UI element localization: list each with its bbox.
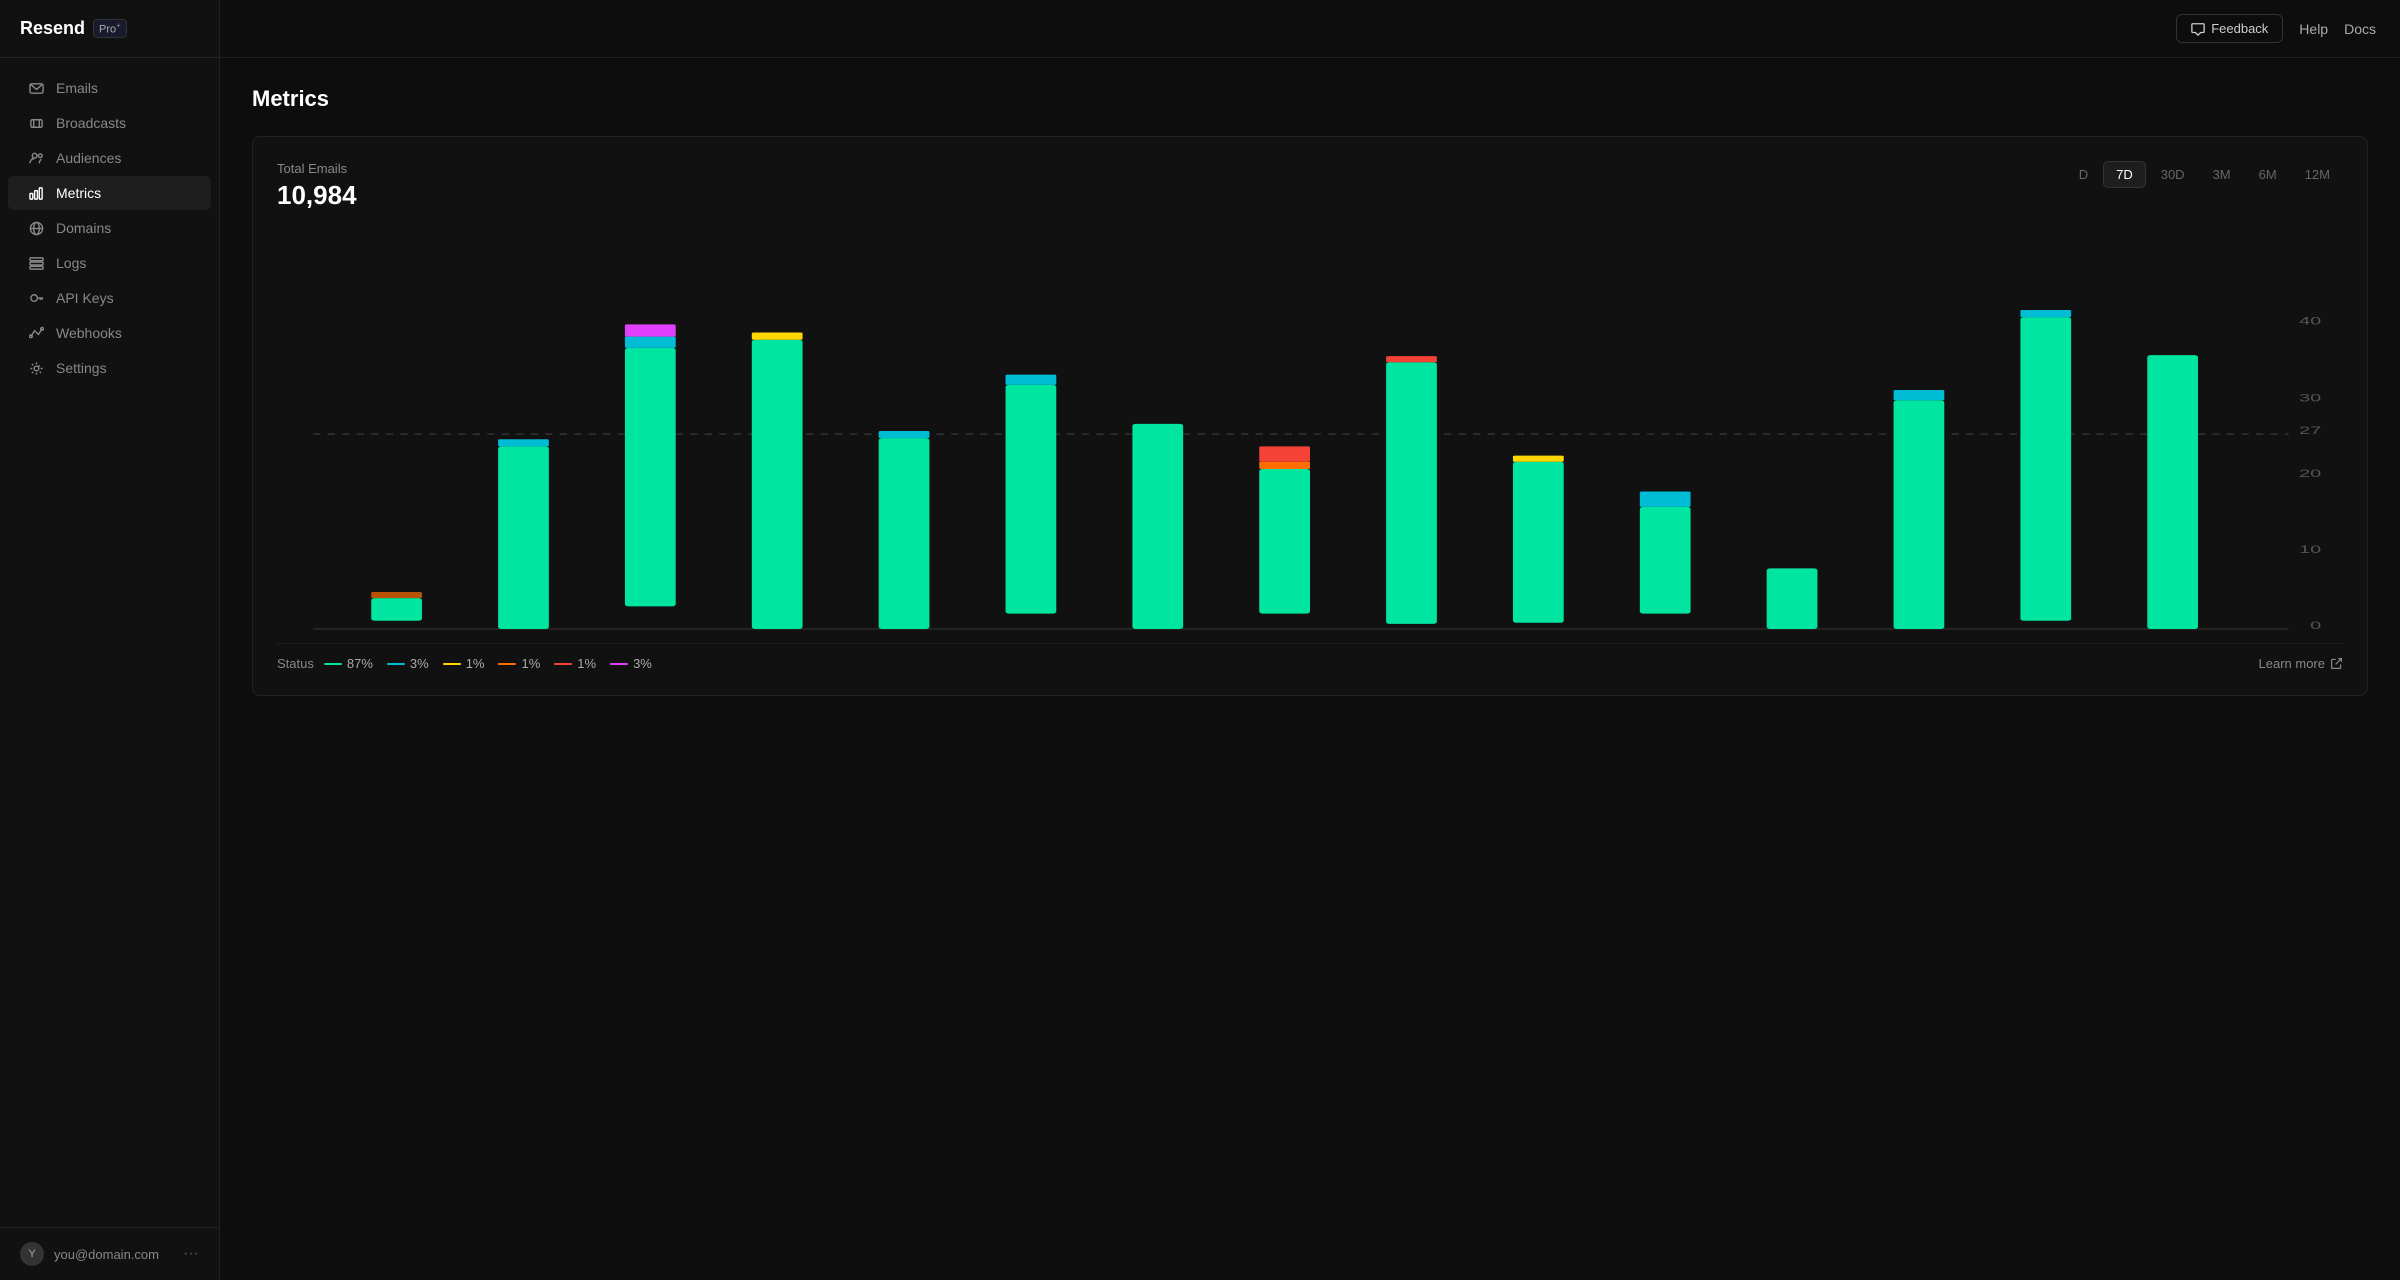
time-btn-12m[interactable]: 12M	[2292, 161, 2343, 188]
broadcast-icon	[28, 115, 44, 131]
domains-icon	[28, 220, 44, 236]
learn-more-link[interactable]: Learn more	[2259, 656, 2343, 671]
bar-chart: 0 10 20 27 30 40	[277, 231, 2343, 631]
chart-total-value: 10,984	[277, 180, 357, 211]
sidebar-item-webhooks[interactable]: Webhooks	[8, 316, 211, 350]
sidebar-label-logs: Logs	[56, 255, 86, 271]
user-email: you@domain.com	[54, 1247, 173, 1262]
logs-icon	[28, 255, 44, 271]
sidebar-item-domains[interactable]: Domains	[8, 211, 211, 245]
chart-title-label: Total Emails	[277, 161, 357, 176]
chart-legend: Status 87% 3% 1% 1%	[277, 656, 662, 671]
page-title: Metrics	[252, 86, 2368, 112]
feedback-button[interactable]: Feedback	[2176, 14, 2283, 43]
mail-icon	[28, 80, 44, 96]
sidebar-label-metrics: Metrics	[56, 185, 101, 201]
sidebar-item-broadcasts[interactable]: Broadcasts	[8, 106, 211, 140]
sidebar-label-emails: Emails	[56, 80, 98, 96]
legend-color-green	[324, 663, 342, 665]
page-content: Metrics Total Emails 10,984 D 7D 30D 3M …	[220, 58, 2400, 1280]
api-keys-icon	[28, 290, 44, 306]
time-filter-group: D 7D 30D 3M 6M 12M	[2066, 161, 2343, 188]
legend-item-cyan: 3%	[387, 656, 429, 671]
svg-text:27: 27	[2299, 424, 2321, 437]
metrics-chart-card: Total Emails 10,984 D 7D 30D 3M 6M 12M 0	[252, 136, 2368, 696]
top-header: Feedback Help Docs	[220, 0, 2400, 58]
svg-text:40: 40	[2299, 315, 2321, 328]
sidebar-label-audiences: Audiences	[56, 150, 121, 166]
legend-item-yellow: 1%	[443, 656, 485, 671]
sidebar-item-metrics[interactable]: Metrics	[8, 176, 211, 210]
legend-item-orange: 1%	[498, 656, 540, 671]
sidebar: Resend Pro+ Emails Bro	[0, 0, 220, 1280]
legend-color-red	[554, 663, 572, 665]
sidebar-label-domains: Domains	[56, 220, 111, 236]
more-options-icon[interactable]: ···	[183, 1245, 199, 1263]
legend-item-green: 87%	[324, 656, 373, 671]
audiences-icon	[28, 150, 44, 166]
legend-label: Status	[277, 656, 314, 671]
legend-item-magenta: 3%	[610, 656, 652, 671]
chart-area: 0 10 20 27 30 40	[277, 231, 2343, 631]
webhooks-icon	[28, 325, 44, 341]
legend-color-orange	[498, 663, 516, 665]
time-btn-d[interactable]: D	[2066, 161, 2101, 188]
legend-color-cyan	[387, 663, 405, 665]
sidebar-item-emails[interactable]: Emails	[8, 71, 211, 105]
main-area: Feedback Help Docs Metrics Total Emails …	[220, 0, 2400, 1280]
time-btn-6m[interactable]: 6M	[2246, 161, 2290, 188]
sidebar-footer: Y you@domain.com ···	[0, 1227, 219, 1280]
legend-color-magenta	[610, 663, 628, 665]
svg-text:30: 30	[2299, 392, 2321, 405]
sidebar-item-logs[interactable]: Logs	[8, 246, 211, 280]
svg-text:0: 0	[2310, 619, 2321, 631]
sidebar-label-webhooks: Webhooks	[56, 325, 122, 341]
sidebar-nav: Emails Broadcasts	[0, 58, 219, 1227]
time-btn-3m[interactable]: 3M	[2200, 161, 2244, 188]
logo-area: Resend Pro+	[0, 0, 219, 58]
pro-badge: Pro+	[93, 19, 127, 38]
sidebar-label-broadcasts: Broadcasts	[56, 115, 126, 131]
sidebar-item-audiences[interactable]: Audiences	[8, 141, 211, 175]
legend-color-yellow	[443, 663, 461, 665]
docs-link[interactable]: Docs	[2344, 21, 2376, 37]
sidebar-label-settings: Settings	[56, 360, 107, 376]
svg-text:20: 20	[2299, 467, 2321, 480]
settings-icon	[28, 360, 44, 376]
metrics-icon	[28, 185, 44, 201]
time-btn-7d[interactable]: 7D	[2103, 161, 2146, 188]
app-name: Resend	[20, 18, 85, 39]
chart-footer: Status 87% 3% 1% 1%	[277, 643, 2343, 671]
chart-header: Total Emails 10,984 D 7D 30D 3M 6M 12M	[277, 161, 2343, 211]
message-icon	[2191, 22, 2205, 36]
avatar: Y	[20, 1242, 44, 1266]
sidebar-item-api-keys[interactable]: API Keys	[8, 281, 211, 315]
sidebar-item-settings[interactable]: Settings	[8, 351, 211, 385]
external-link-icon	[2330, 657, 2343, 670]
chart-total-section: Total Emails 10,984	[277, 161, 357, 211]
sidebar-label-api-keys: API Keys	[56, 290, 114, 306]
help-link[interactable]: Help	[2299, 21, 2328, 37]
svg-text:10: 10	[2299, 543, 2321, 556]
time-btn-30d[interactable]: 30D	[2148, 161, 2198, 188]
legend-item-red: 1%	[554, 656, 596, 671]
